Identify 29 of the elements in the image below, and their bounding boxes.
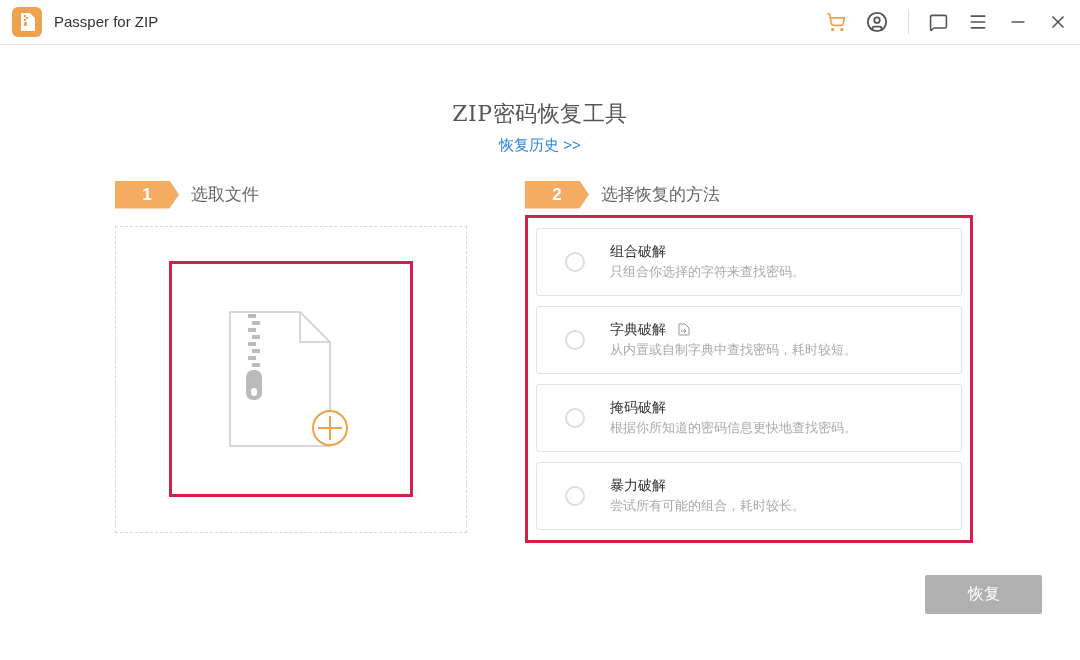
method-description: 从内置或自制字典中查找密码，耗时较短。: [610, 341, 857, 360]
app-logo-icon: [12, 7, 42, 37]
method-title: 字典破解: [610, 320, 666, 340]
radio-button[interactable]: [565, 329, 585, 350]
method-option[interactable]: 掩码破解 根据你所知道的密码信息更快地查找密码。: [536, 383, 962, 452]
radio-button[interactable]: [565, 485, 585, 506]
method-option[interactable]: 字典破解 从内置或自制字典中查找密码，耗时较短。: [536, 305, 962, 374]
menu-icon[interactable]: [968, 12, 988, 32]
method-option[interactable]: 暴力破解 尝试所有可能的组合，耗时较长。: [536, 461, 962, 530]
step-label: 选择恢复的方法: [601, 182, 720, 206]
radio-button[interactable]: [565, 251, 585, 272]
history-link[interactable]: 恢复历史 >>: [499, 134, 581, 157]
step-number-badge: 1: [115, 180, 179, 209]
step-number-badge: 2: [525, 180, 589, 209]
method-title: 掩码破解: [610, 398, 666, 418]
feedback-icon[interactable]: [929, 12, 948, 32]
step-label: 选取文件: [191, 182, 259, 206]
user-icon[interactable]: [866, 11, 888, 33]
method-title: 组合破解: [610, 242, 666, 262]
method-option[interactable]: 组合破解 只组合你选择的字符来查找密码。: [536, 227, 962, 296]
drop-zone[interactable]: [115, 225, 467, 533]
window-title: Passper for ZIP: [54, 11, 159, 32]
method-title: 暴力破解: [610, 476, 666, 496]
method-description: 根据你所知道的密码信息更快地查找密码。: [610, 419, 857, 438]
radio-button[interactable]: [565, 407, 585, 428]
cart-icon[interactable]: [826, 12, 846, 32]
method-description: 只组合你选择的字符来查找密码。: [610, 263, 805, 282]
page-heading: ZIP密码恢复工具: [452, 100, 628, 128]
method-description: 尝试所有可能的组合，耗时较长。: [610, 497, 805, 516]
